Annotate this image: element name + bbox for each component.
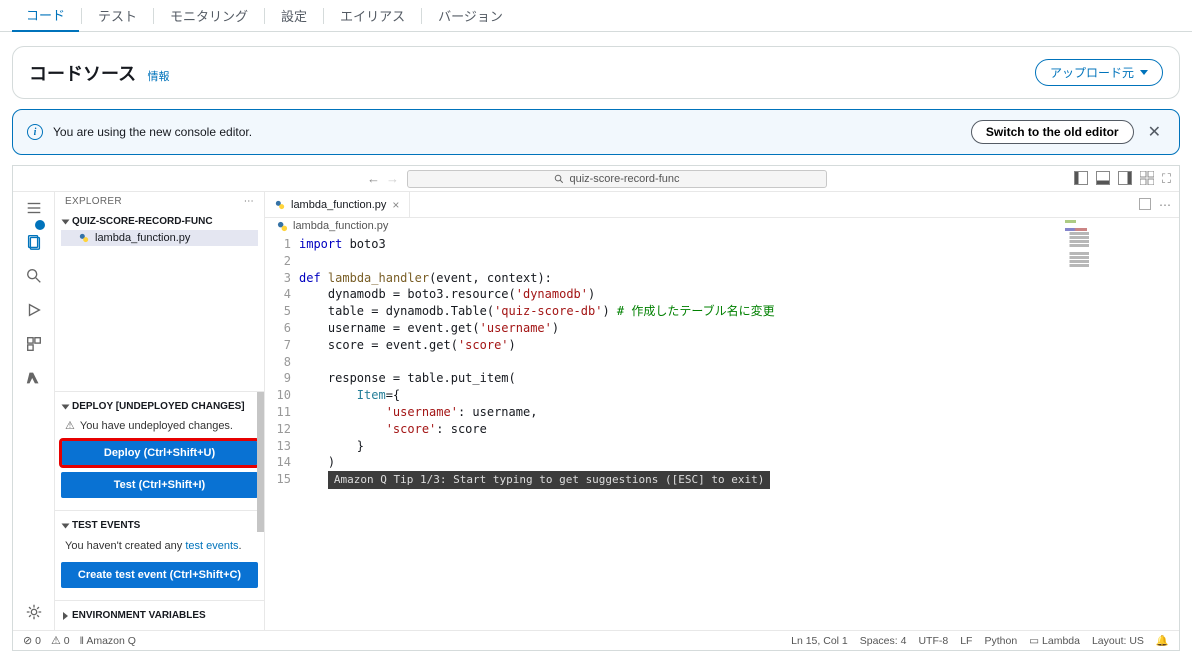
switch-old-editor-button[interactable]: Switch to the old editor	[971, 120, 1134, 144]
editor-tab-lambda-function[interactable]: lambda_function.py ×	[265, 192, 410, 217]
create-test-event-button[interactable]: Create test event (Ctrl+Shift+C)	[61, 562, 258, 588]
separator	[323, 8, 324, 24]
nav-back-icon[interactable]: ←	[367, 171, 380, 186]
search-text: quiz-score-record-func	[569, 173, 679, 185]
tab-alias[interactable]: エイリアス	[326, 0, 419, 31]
breadcrumb-text: lambda_function.py	[293, 220, 388, 232]
chevron-right-icon	[63, 612, 68, 620]
chevron-down-icon	[62, 404, 70, 409]
panel-title: コードソース	[29, 64, 136, 84]
test-button[interactable]: Test (Ctrl+Shift+I)	[61, 472, 258, 498]
undeployed-message: You have undeployed changes.	[80, 420, 233, 432]
settings-gear-icon[interactable]	[24, 602, 44, 622]
code-editor[interactable]: 123456789101112131415 import boto3 def l…	[265, 234, 1179, 630]
tab-test[interactable]: テスト	[84, 0, 151, 31]
nav-forward-icon[interactable]: →	[386, 171, 399, 186]
toggle-secondary-sidebar-icon[interactable]	[1118, 171, 1132, 185]
ide-container: ← → quiz-score-record-func ⛶	[12, 165, 1180, 651]
explorer-label: EXPLORER	[65, 196, 122, 207]
tab-code[interactable]: コード	[12, 0, 79, 32]
python-file-icon	[277, 221, 288, 232]
file-name: lambda_function.py	[95, 232, 190, 244]
line-gutter: 123456789101112131415	[265, 234, 299, 630]
chevron-down-icon	[62, 523, 70, 528]
toggle-panel-icon[interactable]	[1096, 171, 1110, 185]
extensions-icon[interactable]	[24, 334, 44, 354]
env-vars-toggle[interactable]: ENVIRONMENT VARIABLES	[61, 607, 258, 624]
separator	[153, 8, 154, 24]
separator	[81, 8, 82, 24]
chevron-down-icon	[1140, 70, 1148, 75]
new-editor-alert: i You are using the new console editor. …	[12, 109, 1180, 155]
menu-icon[interactable]	[24, 198, 44, 218]
info-icon: i	[27, 124, 43, 140]
code-lines[interactable]: import boto3 def lambda_handler(event, c…	[299, 234, 1179, 630]
amazon-q-tip: Amazon Q Tip 1/3: Start typing to get su…	[328, 471, 770, 488]
status-encoding[interactable]: UTF-8	[918, 635, 948, 647]
fullscreen-icon[interactable]: ⛶	[1162, 171, 1171, 187]
status-notifications-icon[interactable]: 🔔	[1156, 634, 1169, 647]
explorer-badge	[35, 220, 45, 230]
project-folder-toggle[interactable]: QUIZ-SCORE-RECORD-FUNC	[61, 213, 258, 230]
breadcrumb[interactable]: lambda_function.py	[265, 218, 1179, 234]
split-editor-icon[interactable]	[1139, 198, 1151, 210]
panel-title-wrap: コードソース 情報	[29, 60, 169, 86]
search-activity-icon[interactable]	[24, 266, 44, 286]
command-palette-search[interactable]: quiz-score-record-func	[407, 170, 827, 188]
separator	[421, 8, 422, 24]
no-test-text: You haven't created any	[65, 540, 185, 552]
top-tab-bar: コード テスト モニタリング 設定 エイリアス バージョン	[0, 0, 1192, 32]
tab-version[interactable]: バージョン	[424, 0, 517, 31]
warning-icon: ⚠	[65, 419, 75, 432]
explorer-icon[interactable]	[24, 232, 44, 252]
alert-message: You are using the new console editor.	[53, 125, 252, 139]
editor-more-icon[interactable]: ⋯	[1159, 198, 1171, 212]
file-lambda-function[interactable]: lambda_function.py	[61, 230, 258, 246]
tab-monitoring[interactable]: モニタリング	[156, 0, 262, 31]
status-errors[interactable]: ⊘ 0	[23, 634, 41, 647]
editor-area: lambda_function.py × ⋯ lambda_function.p…	[265, 192, 1179, 630]
explorer-sidebar: EXPLORER ⋯ QUIZ-SCORE-RECORD-FUNC lambda…	[55, 192, 265, 630]
customize-layout-icon[interactable]	[1140, 171, 1154, 185]
close-tab-icon[interactable]: ×	[392, 198, 399, 212]
env-vars-label: ENVIRONMENT VARIABLES	[72, 610, 206, 621]
status-spaces[interactable]: Spaces: 4	[860, 635, 907, 647]
python-file-icon	[275, 200, 285, 210]
deploy-section-toggle[interactable]: DEPLOY [UNDEPLOYED CHANGES]	[61, 398, 258, 415]
scrollbar-thumb[interactable]	[257, 392, 264, 532]
python-file-icon	[79, 233, 89, 243]
status-eol[interactable]: LF	[960, 635, 972, 647]
upload-from-label: アップロード元	[1050, 64, 1134, 81]
editor-tab-label: lambda_function.py	[291, 199, 386, 211]
run-debug-icon[interactable]	[24, 300, 44, 320]
tab-settings[interactable]: 設定	[267, 0, 321, 31]
status-bar: ⊘ 0 ⚠ 0 ‖ Amazon Q Ln 15, Col 1 Spaces: …	[13, 630, 1179, 650]
editor-tabs: lambda_function.py × ⋯	[265, 192, 1179, 218]
code-source-panel: コードソース 情報 アップロード元	[12, 46, 1180, 99]
test-events-toggle[interactable]: TEST EVENTS	[61, 517, 258, 534]
status-layout[interactable]: Layout: US	[1092, 635, 1144, 647]
info-link[interactable]: 情報	[147, 71, 169, 83]
activity-bar	[13, 192, 55, 630]
close-icon[interactable]: ✕	[1144, 122, 1165, 142]
status-language[interactable]: Python	[984, 635, 1017, 647]
deploy-button[interactable]: Deploy (Ctrl+Shift+U)	[61, 440, 258, 466]
status-warnings[interactable]: ⚠ 0	[51, 634, 70, 647]
test-events-label: TEST EVENTS	[72, 520, 140, 531]
toggle-primary-sidebar-icon[interactable]	[1074, 171, 1088, 185]
search-icon	[554, 174, 564, 184]
lambda-icon[interactable]	[24, 368, 44, 388]
status-amazon-q[interactable]: ‖ Amazon Q	[80, 635, 136, 647]
deploy-section-label: DEPLOY [UNDEPLOYED CHANGES]	[72, 401, 245, 412]
test-events-link[interactable]: test events	[185, 540, 238, 552]
upload-from-button[interactable]: アップロード元	[1035, 59, 1163, 86]
separator	[264, 8, 265, 24]
ide-toolbar: ← → quiz-score-record-func ⛶	[13, 166, 1179, 192]
status-line-col[interactable]: Ln 15, Col 1	[791, 635, 848, 647]
project-name: QUIZ-SCORE-RECORD-FUNC	[72, 216, 213, 227]
status-lambda[interactable]: ▭ Lambda	[1029, 635, 1080, 647]
more-icon[interactable]: ⋯	[244, 196, 254, 207]
chevron-down-icon	[62, 219, 70, 224]
